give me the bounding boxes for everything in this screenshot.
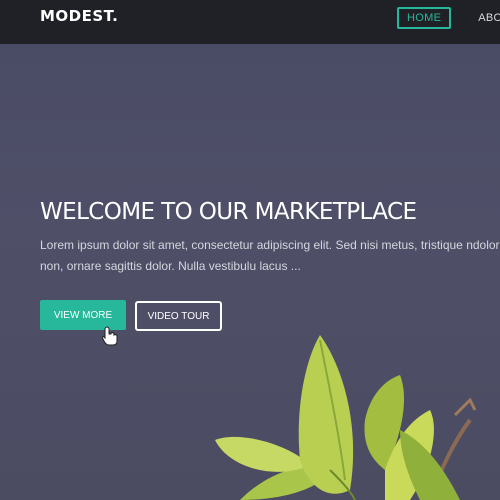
video-tour-button[interactable]: VIDEO TOUR (135, 301, 222, 331)
hand-cursor-icon (102, 326, 118, 346)
hero-section: WELCOME TO OUR MARKETPLACE Lorem ipsum d… (0, 44, 500, 500)
logo-text: MODEST. (40, 7, 119, 25)
hero-title: WELCOME TO OUR MARKETPLACE (40, 199, 417, 225)
navbar: MODEST. HOME ABOUT (0, 0, 500, 44)
nav-about-link[interactable]: ABOUT (478, 12, 500, 24)
nav-home-link[interactable]: HOME (397, 7, 452, 29)
hero-description: Lorem ipsum dolor sit amet, consectetur … (40, 238, 500, 273)
main-nav: HOME ABOUT (397, 7, 500, 29)
logo[interactable]: MODEST. (40, 7, 118, 25)
